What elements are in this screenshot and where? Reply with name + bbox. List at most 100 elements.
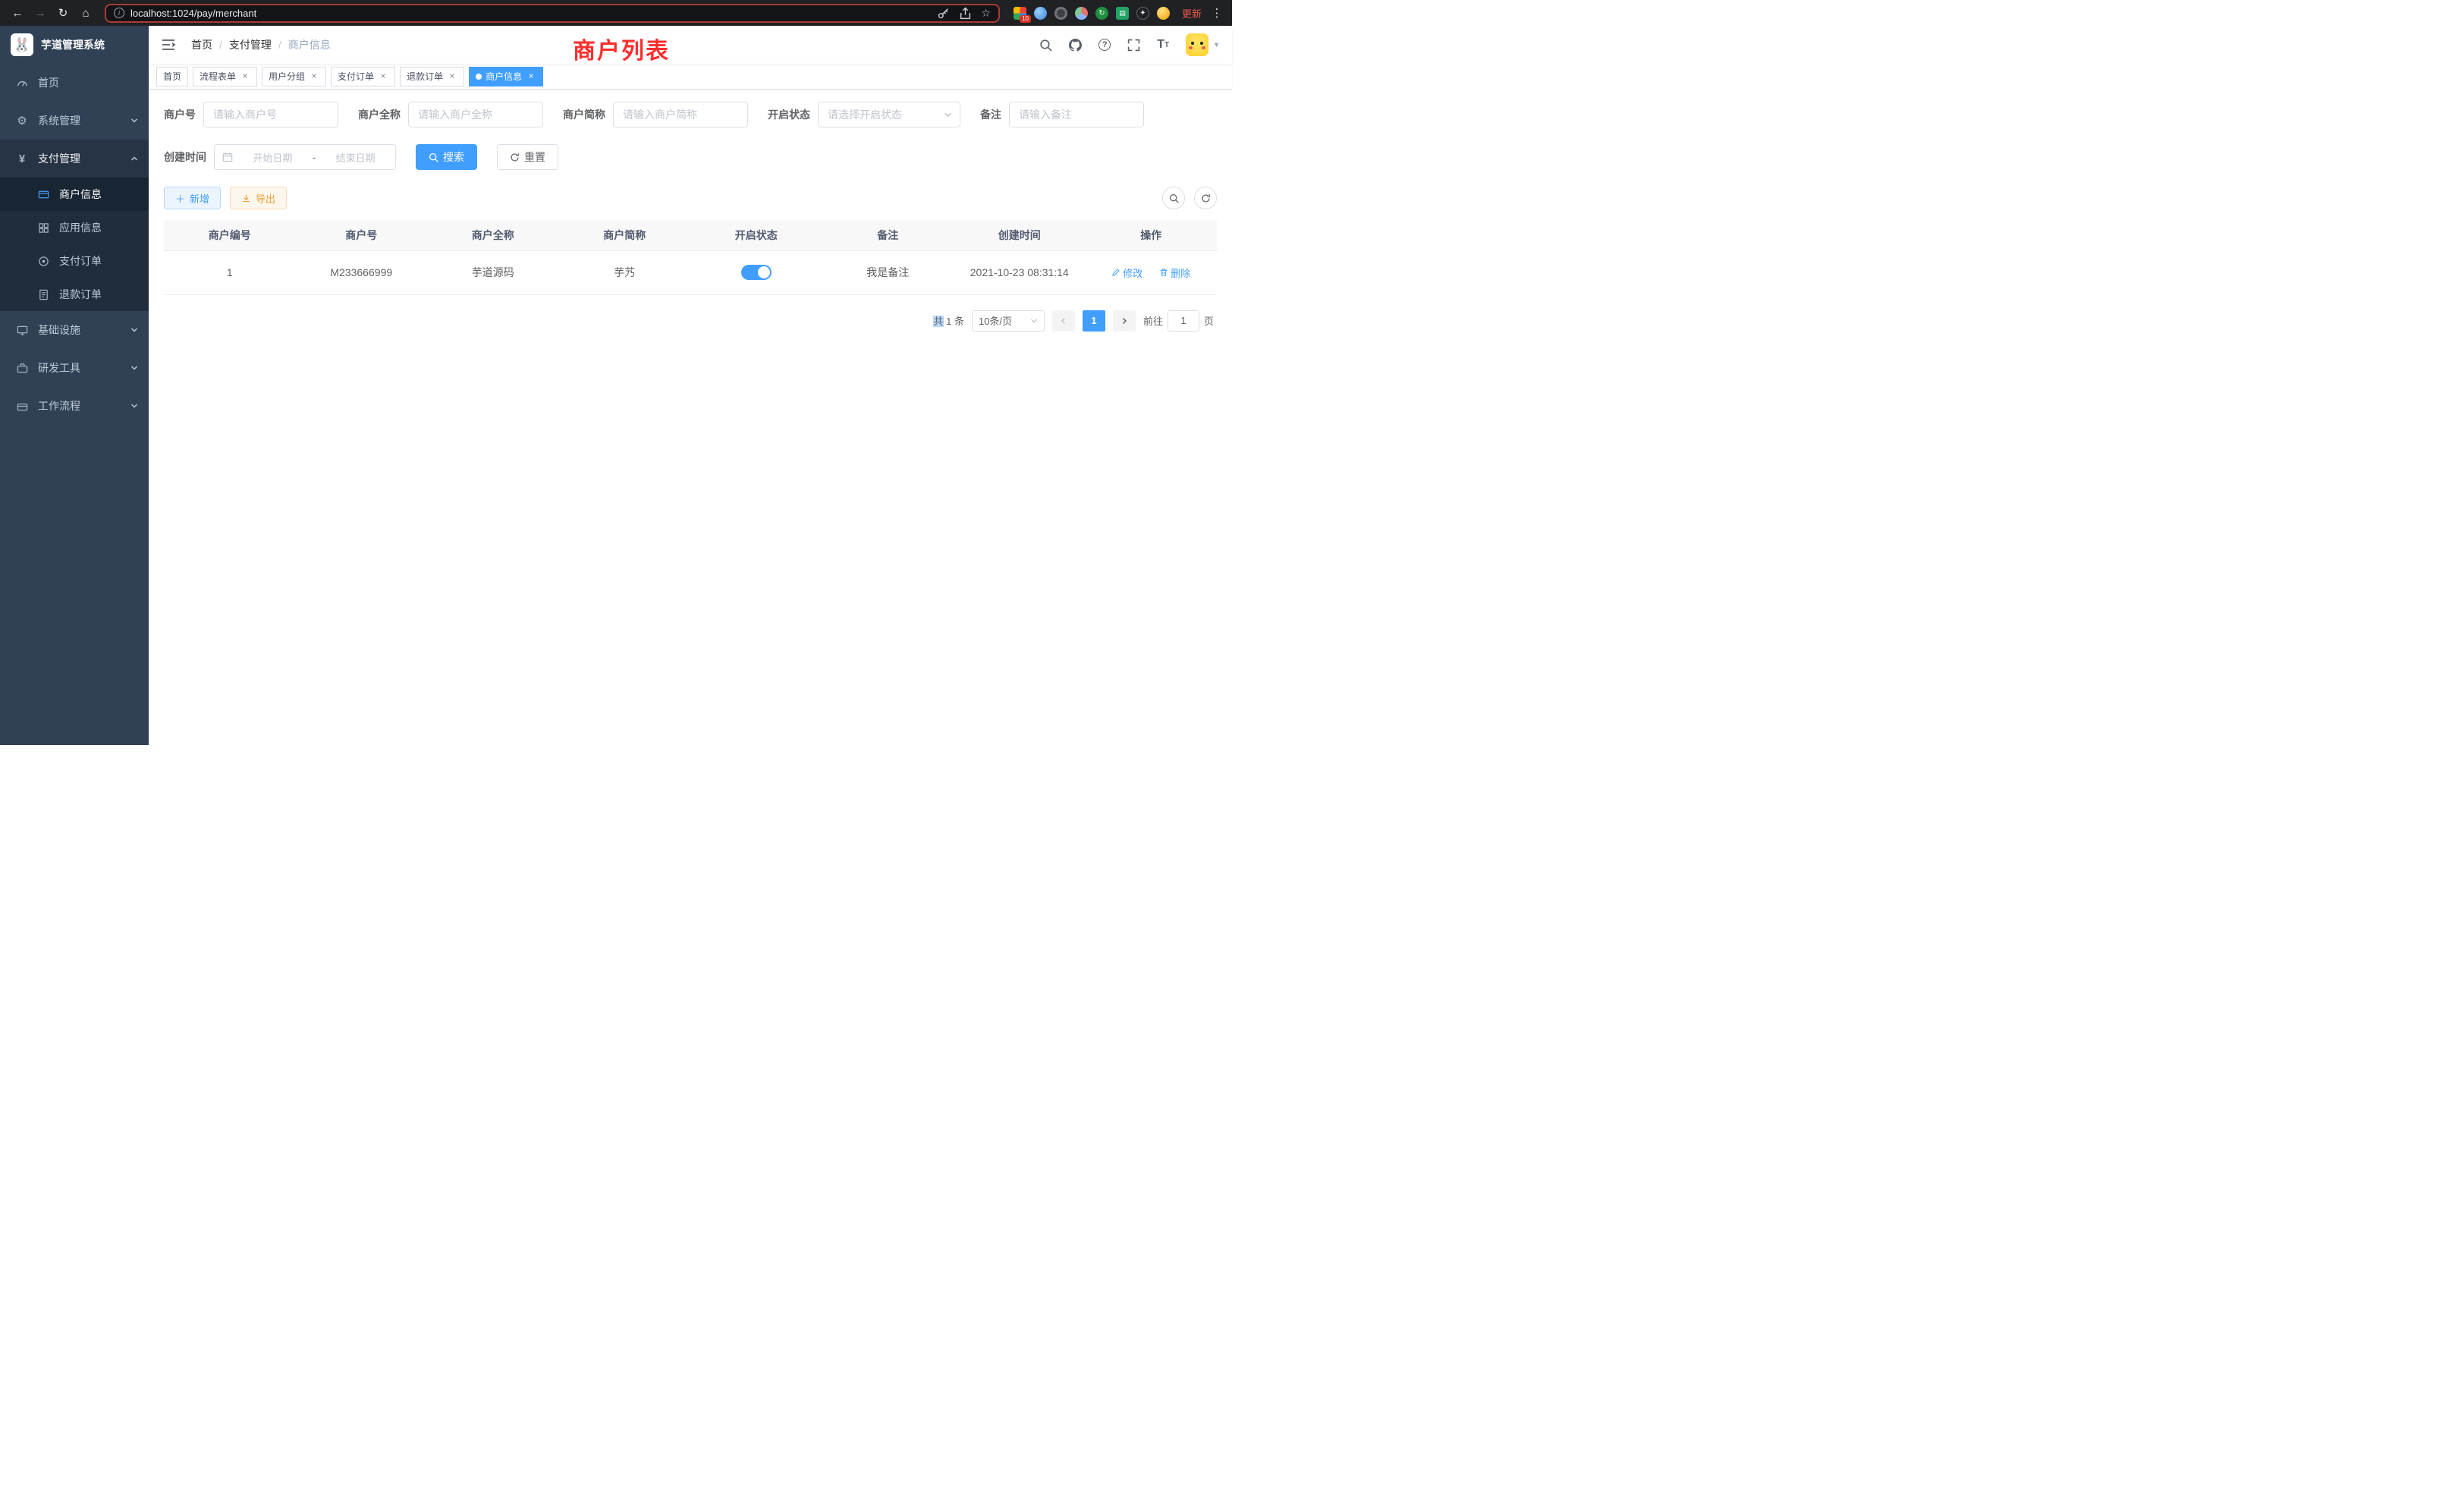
search-icon <box>429 152 438 162</box>
delete-link[interactable]: 删除 <box>1159 266 1190 280</box>
breadcrumb-separator: / <box>219 39 222 51</box>
create-time-range-picker[interactable]: 开始日期 - 结束日期 <box>214 144 396 170</box>
cell-merchant-id: 1 <box>164 250 296 294</box>
close-icon[interactable]: × <box>447 71 457 82</box>
chevron-right-icon <box>1120 317 1128 325</box>
tab-process-form[interactable]: 流程表单 × <box>193 67 257 86</box>
extension-icon[interactable] <box>1157 7 1170 20</box>
close-icon[interactable]: × <box>240 71 250 82</box>
filter-row-1: 商户号 商户全称 商户简称 开启状态 请选择开启状态 <box>164 102 1217 127</box>
app-root: 🐰 芋道管理系统 首页 ⚙ 系统管理 ¥ 支付管理 商户信息 <box>0 26 1232 745</box>
breadcrumb-home[interactable]: 首页 <box>191 37 212 52</box>
toggle-search-icon[interactable] <box>1162 187 1185 209</box>
extension-icon[interactable] <box>1054 7 1067 20</box>
chevron-down-icon <box>944 111 952 119</box>
browser-toolbar: ← → ↻ ⌂ i localhost:1024/pay/merchant ☆ … <box>0 0 1232 26</box>
breadcrumb-current: 商户信息 <box>288 37 331 52</box>
page-size-select[interactable]: 10条/页 <box>972 310 1045 332</box>
status-toggle[interactable] <box>741 265 772 280</box>
github-icon[interactable] <box>1069 39 1082 52</box>
extension-icon[interactable] <box>1136 7 1149 20</box>
sidebar-item-refund-order[interactable]: 退款订单 <box>0 278 149 311</box>
add-button[interactable]: ＋ 新增 <box>164 187 221 209</box>
page-unit-label: 页 <box>1204 313 1214 328</box>
breadcrumb-payment[interactable]: 支付管理 <box>229 37 272 52</box>
search-icon[interactable] <box>1039 39 1052 52</box>
tab-user-group[interactable]: 用户分组 × <box>262 67 326 86</box>
extension-icon[interactable]: 10 <box>1014 7 1026 20</box>
next-page-button[interactable] <box>1113 310 1136 332</box>
sidebar-item-home[interactable]: 首页 <box>0 64 149 102</box>
navbar-actions: ? TT ▼ <box>1039 33 1220 56</box>
col-short-name: 商户简称 <box>559 220 691 250</box>
full-name-input[interactable] <box>408 102 543 127</box>
forward-icon[interactable]: → <box>30 3 50 23</box>
refresh-table-icon[interactable] <box>1194 187 1217 209</box>
url-text[interactable]: localhost:1024/pay/merchant <box>130 8 256 19</box>
chevron-down-icon <box>130 117 138 124</box>
address-bar[interactable]: i localhost:1024/pay/merchant ☆ <box>105 4 1000 23</box>
col-actions: 操作 <box>1086 220 1218 250</box>
sidebar-item-app-info[interactable]: 应用信息 <box>0 211 149 244</box>
font-size-icon[interactable]: TT <box>1157 38 1169 52</box>
sidebar-item-label: 退款订单 <box>59 287 102 302</box>
prev-page-button[interactable] <box>1052 310 1075 332</box>
remark-input[interactable] <box>1009 102 1144 127</box>
sidebar-item-merchant-info[interactable]: 商户信息 <box>0 178 149 211</box>
sidebar-item-label: 系统管理 <box>38 113 80 128</box>
fullscreen-icon[interactable] <box>1127 39 1140 52</box>
short-name-input[interactable] <box>613 102 748 127</box>
reload-icon[interactable]: ↻ <box>53 3 73 23</box>
goto-page-input[interactable] <box>1168 310 1199 332</box>
bookmark-star-icon[interactable]: ☆ <box>981 7 991 20</box>
sidebar-item-infra[interactable]: 基础设施 <box>0 311 149 349</box>
hamburger-icon[interactable] <box>161 36 178 53</box>
back-icon[interactable]: ← <box>8 3 27 23</box>
tab-refund-order[interactable]: 退款订单 × <box>400 67 464 86</box>
site-info-icon[interactable]: i <box>114 8 124 18</box>
tab-merchant-info[interactable]: 商户信息 × <box>469 67 543 86</box>
end-date-placeholder: 结束日期 <box>323 150 388 165</box>
browser-menu-icon[interactable]: ⋮ <box>1209 6 1224 20</box>
tab-home[interactable]: 首页 <box>156 67 188 86</box>
extension-icon[interactable] <box>1034 7 1047 20</box>
tab-pay-order[interactable]: 支付订单 × <box>331 67 395 86</box>
status-select[interactable]: 请选择开启状态 <box>818 102 960 127</box>
close-icon[interactable]: × <box>526 71 536 82</box>
sidebar-item-pay-order[interactable]: 支付订单 <box>0 244 149 278</box>
refund-doc-icon <box>36 289 50 300</box>
extension-icon[interactable] <box>1095 7 1108 20</box>
password-key-icon[interactable] <box>937 7 950 20</box>
merchant-no-input[interactable] <box>203 102 338 127</box>
close-icon[interactable]: × <box>309 71 319 82</box>
filter-status: 开启状态 请选择开启状态 <box>768 102 960 127</box>
app-logo[interactable]: 🐰 芋道管理系统 <box>0 26 149 64</box>
search-button[interactable]: 搜索 <box>416 144 477 170</box>
pagination: 共 1 条 10条/页 1 前往 页 <box>164 310 1217 332</box>
extension-icon[interactable] <box>1116 7 1129 20</box>
home-icon[interactable]: ⌂ <box>76 3 96 23</box>
user-avatar[interactable]: ▼ <box>1186 33 1220 56</box>
sidebar-item-payment[interactable]: ¥ 支付管理 <box>0 140 149 178</box>
extension-icons: 10 <box>1014 7 1170 20</box>
chevron-down-icon <box>130 364 138 372</box>
share-icon[interactable] <box>959 7 972 20</box>
sidebar-item-workflow[interactable]: 工作流程 <box>0 387 149 425</box>
edit-link[interactable]: 修改 <box>1111 266 1142 280</box>
export-button[interactable]: 导出 <box>230 187 287 209</box>
sidebar-item-dev-tools[interactable]: 研发工具 <box>0 349 149 387</box>
chevron-up-icon <box>130 155 138 162</box>
reset-button[interactable]: 重置 <box>497 144 558 170</box>
chevron-down-icon <box>1030 317 1038 325</box>
pay-order-icon <box>36 256 50 267</box>
extension-icon[interactable] <box>1075 7 1088 20</box>
close-icon[interactable]: × <box>378 71 388 82</box>
browser-update-button[interactable]: 更新 <box>1182 6 1202 20</box>
monitor-icon <box>15 325 29 336</box>
payment-submenu: 商户信息 应用信息 支付订单 退款订单 <box>0 178 149 311</box>
page-number-button[interactable]: 1 <box>1083 310 1105 332</box>
sidebar-item-system[interactable]: ⚙ 系统管理 <box>0 102 149 140</box>
toolbox-icon <box>15 363 29 374</box>
sidebar-item-label: 首页 <box>38 75 59 90</box>
help-icon[interactable]: ? <box>1098 39 1111 51</box>
